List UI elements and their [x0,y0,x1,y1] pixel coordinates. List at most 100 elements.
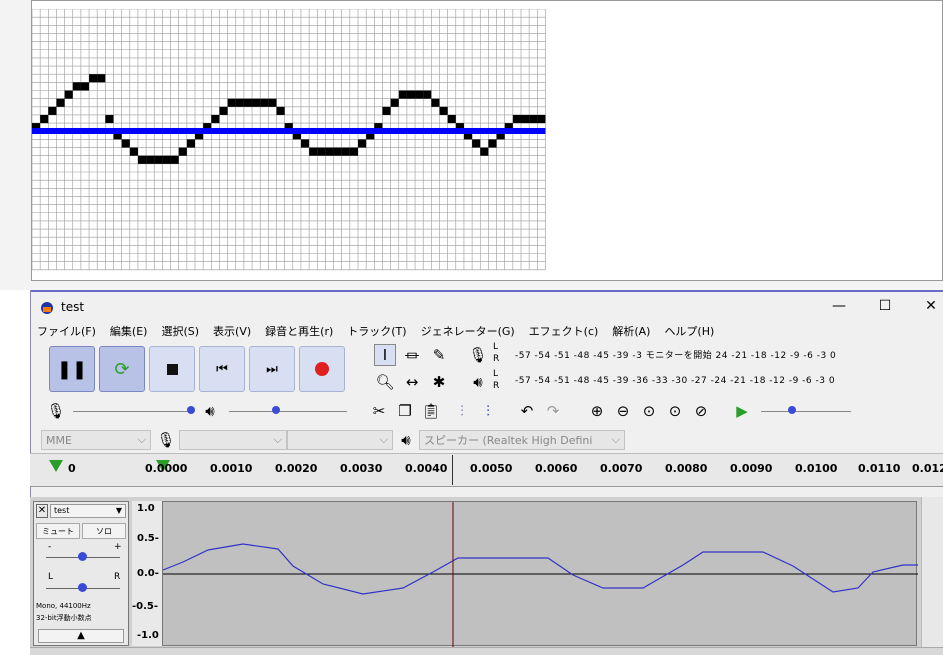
pixel-dot [48,106,57,115]
pixel-dot [178,147,187,156]
mic-icon: 🎙︎ [156,431,176,449]
pixel-dot [415,90,424,99]
undo-icon: ↶ [520,402,534,420]
play-head-marker-icon[interactable] [49,460,63,472]
select-tool-button[interactable]: I [374,344,396,366]
pixel-dot [268,98,277,107]
fit-selection-button[interactable]: ⊙ [638,400,660,422]
pause-button[interactable]: ❚❚ [49,346,95,392]
playback-volume-slider[interactable] [229,411,347,412]
envelope-tool-button[interactable]: ⏛ [401,344,423,366]
redo-button[interactable]: ↷ [542,400,564,422]
gain-slider-thumb[interactable] [78,552,87,561]
pixel-dot [529,114,538,124]
horizontal-scrollbar[interactable] [30,647,943,655]
record-meter-scale[interactable]: -57 -54 -51 -48 -45 -39 -3 モニターを開始 24 -2… [515,348,836,361]
record-volume-thumb[interactable] [187,406,195,414]
menu-item-8[interactable]: 解析(A) [612,323,650,339]
track-name-menu[interactable]: test ▼ [50,504,126,518]
pixel-dot [121,139,130,148]
skip-start-icon: ⏮ [216,361,228,377]
audio-host-select[interactable]: MME ⌵ [41,430,151,450]
ruler-tick-label: 0.0010 [210,462,253,475]
title-bar: test [31,290,943,321]
redo-icon: ↷ [546,402,560,420]
paste-button[interactable]: 📋︎ [420,400,442,422]
track-control-panel: ✕ test ▼ ミュート ソロ - + L R Mono, 44100Hz 32… [33,501,129,646]
menu-item-3[interactable]: 表示(V) [213,323,251,339]
trim-button[interactable]: ⫶ [451,400,473,422]
audio-host-value: MME [46,433,72,447]
menu-item-5[interactable]: トラック(T) [347,323,406,339]
vertical-scrollbar[interactable] [921,497,943,647]
skip-start-button[interactable]: ⏮ [199,346,245,392]
zoom-toggle-button[interactable]: ⊘ [690,400,712,422]
menu-item-4[interactable]: 録音と再生(r) [265,323,333,339]
menu-item-2[interactable]: 選択(S) [161,323,199,339]
waveform-display[interactable] [162,501,918,647]
undo-button[interactable]: ↶ [516,400,538,422]
cut-icon: ✂ [372,402,386,420]
pixel-dot [406,90,416,99]
ruler-tick-label: 0.0040 [405,462,448,475]
menu-item-7[interactable]: エフェクト(c) [529,323,599,339]
pixel-dot [512,114,521,124]
mute-button[interactable]: ミュート [36,523,80,539]
track-sample-format: 32-bit浮動小数点 [36,614,92,622]
close-window-button[interactable]: ✕ [908,290,943,321]
pixel-dot [276,106,285,115]
fit-project-button[interactable]: ⊙ [664,400,686,422]
pixel-dot [521,114,530,124]
vscale-label: -0.5- [132,601,159,612]
menu-item-0[interactable]: ファイル(F) [37,323,96,339]
zoom-tool-button[interactable]: 🔍︎ [374,371,396,393]
pixel-dot [358,139,367,148]
copy-button[interactable]: ❐ [394,400,416,422]
pixel-dot [235,98,244,107]
record-button[interactable] [299,346,345,392]
meter-R-label: R [493,354,500,364]
playback-volume-thumb[interactable] [272,406,280,414]
cut-button[interactable]: ✂ [368,400,390,422]
record-volume-slider[interactable] [73,411,193,412]
speaker-icon: 🔊︎ [401,431,411,449]
multi-tool-button[interactable]: ✱ [428,371,450,393]
zoom-out-button[interactable]: ⊖ [612,400,634,422]
draw-tool-button[interactable]: ✎ [428,344,450,366]
output-device-select[interactable]: スピーカー (Realtek High Defini ⌵ [419,430,625,450]
skip-end-button[interactable]: ⏭ [249,346,295,392]
pixel-dot [252,98,261,107]
play-speed-thumb[interactable] [788,406,796,414]
play-meter-scale[interactable]: -57 -54 -51 -48 -45 -39 -36 -33 -30 -27 … [515,376,835,386]
input-channels-select[interactable]: ⌵ [287,430,393,450]
maximize-button[interactable]: ☐ [862,290,908,321]
chevron-up-icon: ▲ [77,630,85,641]
record-meter-mic[interactable]: 🎙︎ [467,344,489,366]
collapse-track-button[interactable]: ▲ [38,629,124,643]
ruler-tick-label: 0.0020 [275,462,318,475]
silence-button[interactable]: ⫶ [477,400,499,422]
play-meter-speaker[interactable]: 🔊︎ [467,371,489,393]
pixel-dot [219,106,228,115]
ruler-tick-label: 0.0070 [600,462,643,475]
vertical-scale[interactable]: 1.0 0.5- 0.0- -0.5- -1.0 [132,501,162,646]
track-close-button[interactable]: ✕ [36,504,48,518]
ruler-tick-label: 0.0000 [145,462,188,475]
play-at-speed-button[interactable]: ▶ [731,400,753,422]
pan-slider-thumb[interactable] [78,583,87,592]
output-device-speaker: 🔊︎ [395,429,417,451]
zoom-in-button[interactable]: ⊕ [586,400,608,422]
minimize-button[interactable]: — [816,290,862,321]
solo-button[interactable]: ソロ [82,523,126,539]
input-device-select[interactable]: ⌵ [179,430,287,450]
menu-item-9[interactable]: ヘルプ(H) [664,323,714,339]
loop-button[interactable]: ⟳ [99,346,145,392]
menu-item-6[interactable]: ジェネレーター(G) [421,323,515,339]
play-speed-slider[interactable] [761,411,851,412]
pixel-dot [260,98,269,107]
stop-button[interactable] [149,346,195,392]
pixel-dot [317,147,326,156]
timeshift-tool-button[interactable]: ↔ [401,371,423,393]
menu-item-1[interactable]: 編集(E) [110,323,148,339]
ruler-tick-label: 0.0090 [730,462,773,475]
